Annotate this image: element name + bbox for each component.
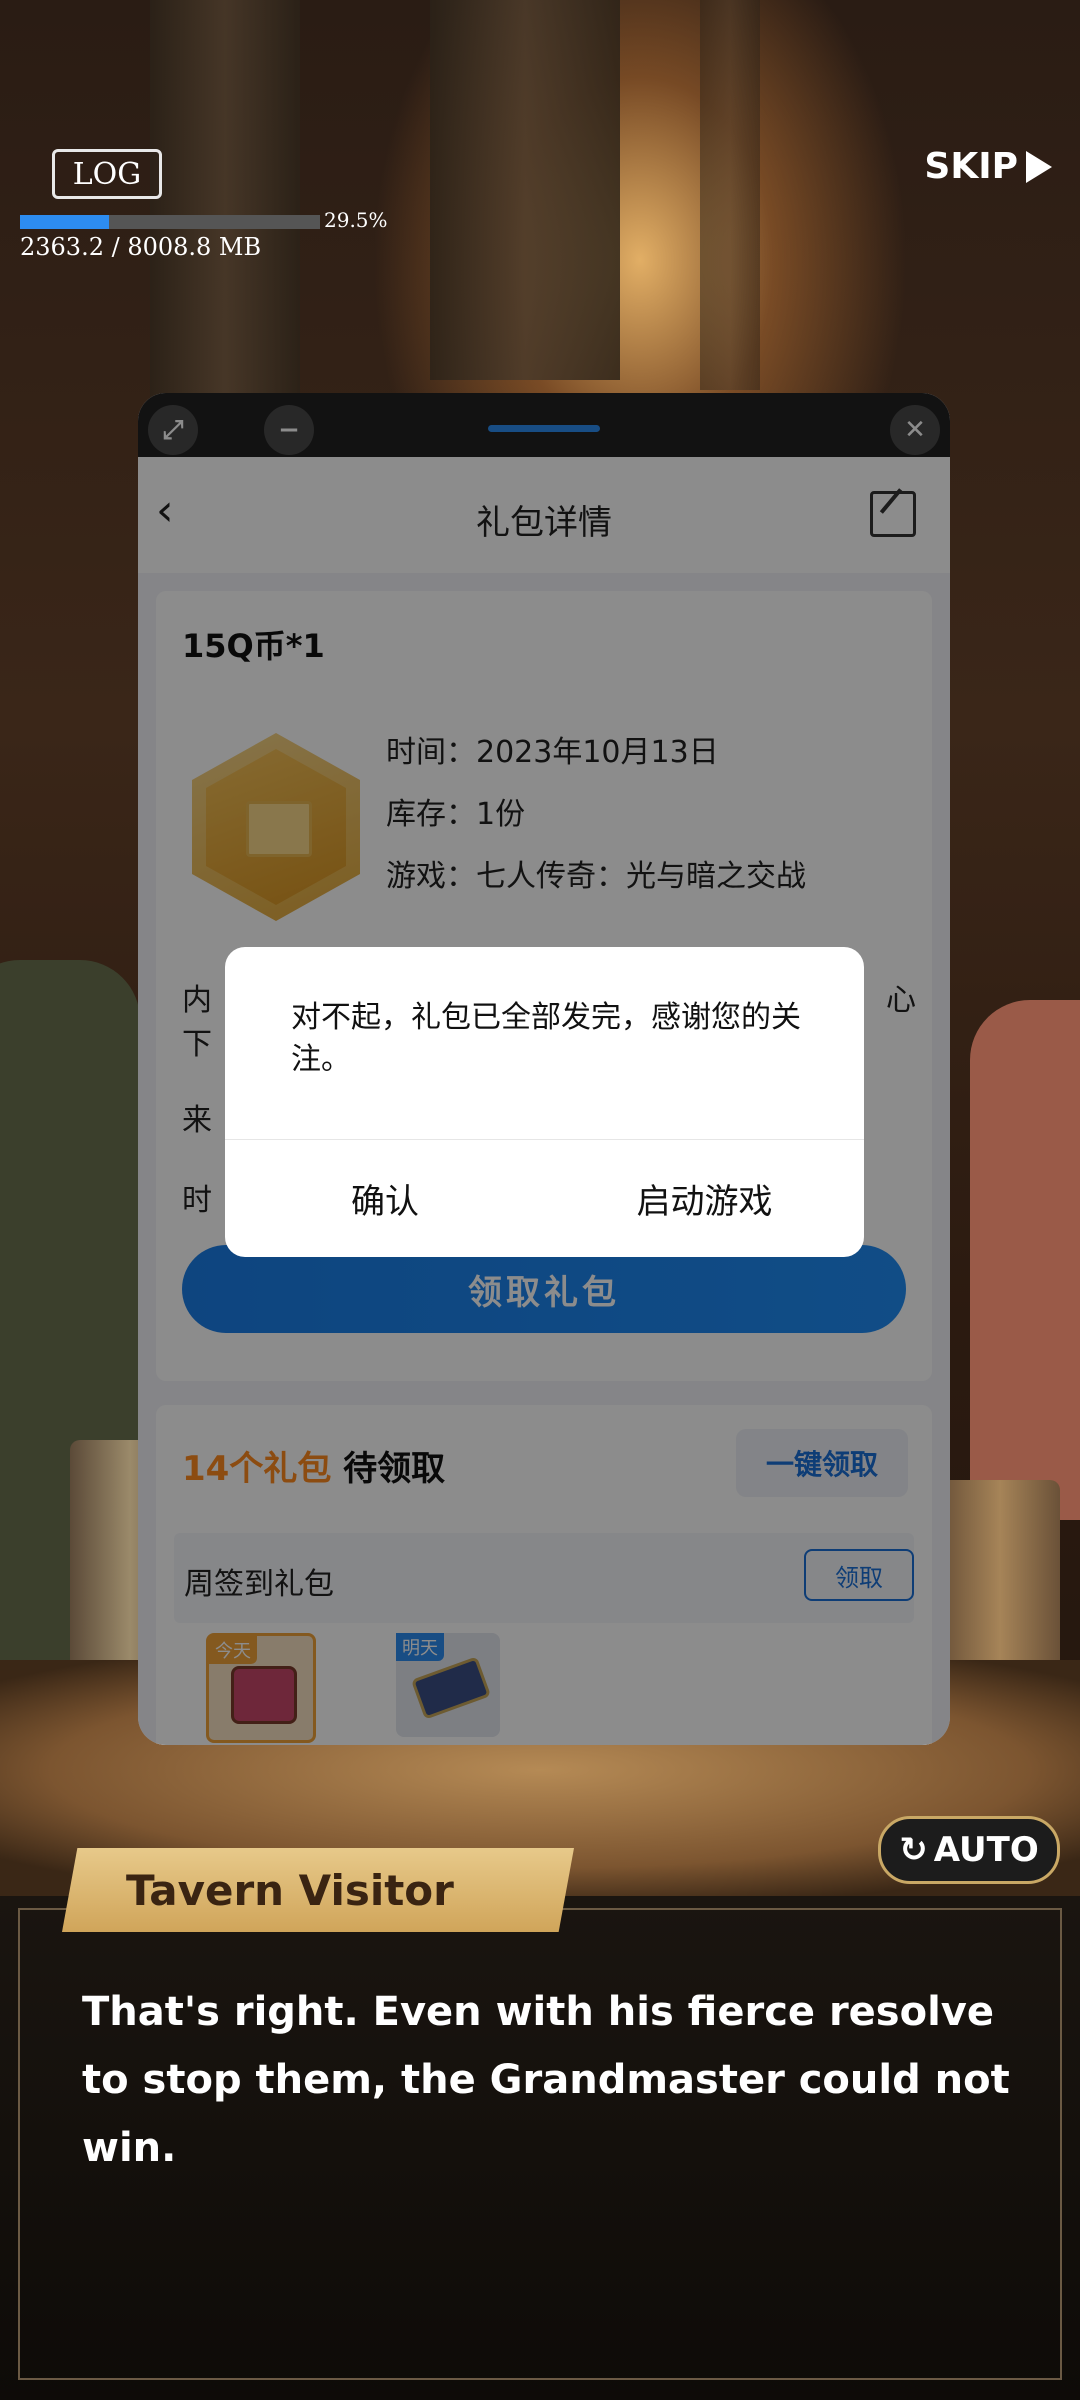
refresh-icon: ↻ (899, 1830, 928, 1870)
confirm-button[interactable]: 确认 (225, 1139, 545, 1257)
dialog-message: 对不起，礼包已全部发完，感谢您的关注。 (291, 1000, 801, 1077)
skip-label: SKIP (924, 146, 1018, 187)
stone-pillar (150, 0, 300, 420)
launch-game-button[interactable]: 启动游戏 (545, 1139, 864, 1257)
download-percent: 29.5% (324, 208, 388, 232)
auto-button[interactable]: ↻ AUTO (878, 1816, 1060, 1884)
log-button[interactable]: LOG (52, 149, 162, 199)
character-right (970, 1000, 1080, 1520)
speaker-nameplate: Tavern Visitor (62, 1848, 574, 1932)
play-arrow-icon (1026, 150, 1052, 183)
download-progress-bar (20, 215, 320, 229)
stone-pillar (430, 0, 620, 380)
memory-usage: 2363.2 / 8008.8 MB (20, 233, 262, 261)
download-progress-fill (20, 215, 109, 229)
dialogue-text: That's right. Even with his fierce resol… (82, 1989, 1010, 2171)
alert-dialog: 对不起，礼包已全部发完，感谢您的关注。 确认 启动游戏 (225, 947, 864, 1257)
auto-label: AUTO (933, 1830, 1039, 1870)
stone-pillar (700, 0, 760, 390)
skip-button[interactable]: SKIP (924, 146, 1052, 187)
